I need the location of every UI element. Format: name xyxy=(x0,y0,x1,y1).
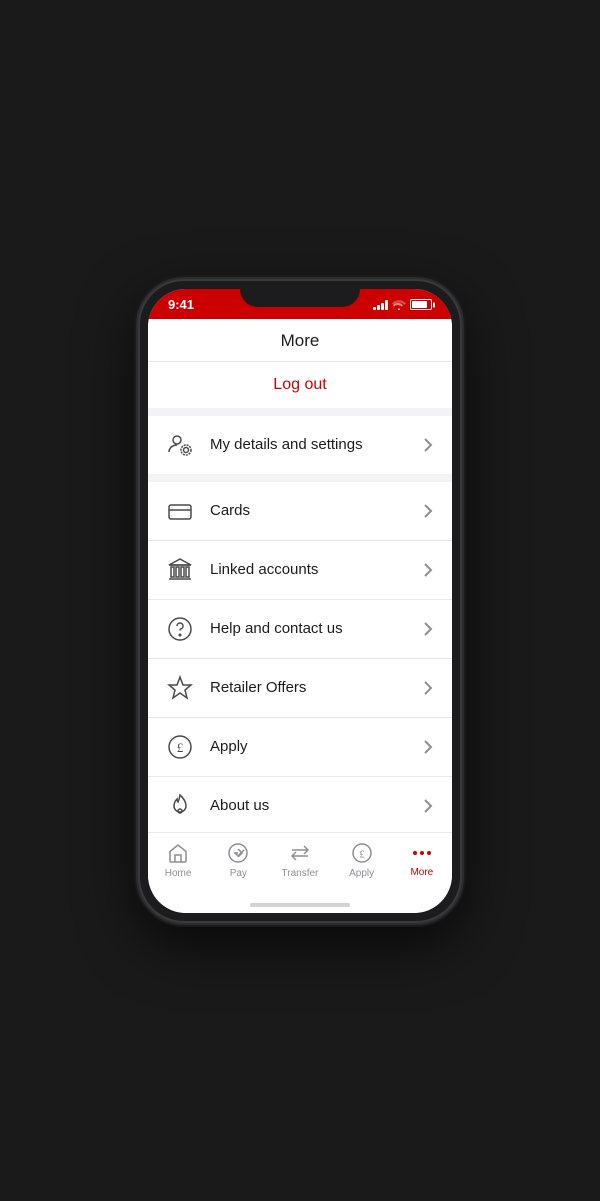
chevron-icon xyxy=(420,739,436,755)
chevron-icon xyxy=(420,503,436,519)
status-time: 9:41 xyxy=(168,297,194,312)
chevron-icon xyxy=(420,798,436,814)
menu-label-about-us: About us xyxy=(210,797,420,814)
pound-circle-icon: £ xyxy=(164,731,196,763)
menu-item-cards[interactable]: Cards xyxy=(148,482,452,541)
chevron-icon xyxy=(420,680,436,696)
menu-item-retailer-offers[interactable]: Retailer Offers xyxy=(148,659,452,718)
chevron-icon xyxy=(420,437,436,453)
main-content: More Log out My detai xyxy=(148,319,452,832)
phone-screen: 9:41 xyxy=(148,289,452,913)
signal-bars-icon xyxy=(373,300,388,310)
pay-icon xyxy=(226,841,250,865)
notch xyxy=(240,281,360,307)
tab-transfer[interactable]: Transfer xyxy=(274,839,327,881)
tab-transfer-label: Transfer xyxy=(282,868,319,879)
svg-text:£: £ xyxy=(177,740,184,755)
tab-home[interactable]: Home xyxy=(153,839,203,881)
tab-pay[interactable]: Pay xyxy=(213,839,263,881)
home-indicator xyxy=(148,897,452,913)
star-icon xyxy=(164,672,196,704)
menu-label-linked-accounts: Linked accounts xyxy=(210,561,420,578)
menu-item-about-us[interactable]: About us xyxy=(148,777,452,832)
svg-text:£: £ xyxy=(359,848,365,860)
tab-apply[interactable]: £ Apply xyxy=(337,839,387,881)
menu-item-apply[interactable]: £ Apply xyxy=(148,718,452,777)
tab-more[interactable]: More xyxy=(397,840,447,880)
menu-section-2: Cards xyxy=(148,482,452,832)
wifi-icon xyxy=(392,300,406,310)
menu-item-my-details[interactable]: My details and settings xyxy=(148,416,452,474)
page-title: More xyxy=(281,331,320,350)
tab-pound-icon: £ xyxy=(350,841,374,865)
transfer-icon xyxy=(288,841,312,865)
logout-button[interactable]: Log out xyxy=(164,376,436,394)
status-icons xyxy=(373,299,432,310)
tab-home-label: Home xyxy=(165,868,192,879)
home-icon xyxy=(166,841,190,865)
menu-item-help[interactable]: Help and contact us xyxy=(148,600,452,659)
bank-icon xyxy=(164,554,196,586)
menu-label-help: Help and contact us xyxy=(210,620,420,637)
menu-label-retailer-offers: Retailer Offers xyxy=(210,679,420,696)
tab-apply-label: Apply xyxy=(349,868,374,879)
phone-frame: 9:41 xyxy=(140,281,460,921)
menu-label-cards: Cards xyxy=(210,502,420,519)
battery-icon xyxy=(410,299,432,310)
flame-icon xyxy=(164,790,196,822)
card-icon xyxy=(164,495,196,527)
tab-pay-label: Pay xyxy=(230,868,247,879)
chevron-icon xyxy=(420,562,436,578)
menu-section-1: My details and settings xyxy=(148,416,452,482)
menu-label-my-details: My details and settings xyxy=(210,436,420,453)
page-header: More xyxy=(148,319,452,362)
help-circle-icon xyxy=(164,613,196,645)
menu-label-apply: Apply xyxy=(210,738,420,755)
tab-more-label: More xyxy=(410,867,433,878)
dots-icon xyxy=(410,842,434,864)
chevron-icon xyxy=(420,621,436,637)
tab-bar: Home Pay xyxy=(148,832,452,897)
menu-item-linked-accounts[interactable]: Linked accounts xyxy=(148,541,452,600)
logout-section: Log out xyxy=(148,362,452,416)
person-gear-icon xyxy=(164,429,196,461)
